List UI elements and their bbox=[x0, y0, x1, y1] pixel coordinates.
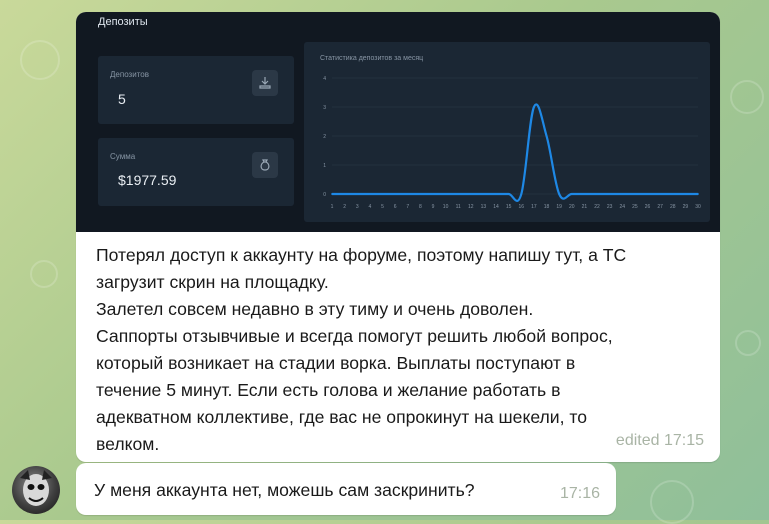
chart-x-tick-label: 29 bbox=[683, 204, 689, 210]
chart-x-tick-label: 7 bbox=[406, 204, 409, 210]
chart-data-point bbox=[368, 193, 371, 195]
chart-data-point bbox=[697, 193, 699, 195]
chart-x-tick-label: 2 bbox=[343, 204, 346, 210]
chart-data-point bbox=[545, 135, 548, 137]
chart-y-tick-label: 1 bbox=[323, 163, 326, 169]
chart-data-point bbox=[419, 193, 422, 195]
chart-x-tick-label: 28 bbox=[670, 204, 676, 210]
chart-x-tick-label: 13 bbox=[481, 204, 487, 210]
chart-data-point bbox=[482, 193, 485, 195]
chart-x-tick-label: 25 bbox=[632, 204, 638, 210]
chart-data-point bbox=[671, 193, 674, 195]
chart-data-point bbox=[583, 193, 586, 195]
chart-x-tick-label: 15 bbox=[506, 204, 512, 210]
chart-y-tick-label: 2 bbox=[323, 134, 326, 140]
deposits-sum-value: $1977.59 bbox=[118, 172, 177, 188]
deposits-line-chart: 012341 2 3 4 5 6 7 8 9 10 11 12 13 14 15 16 17 18 19 20 21 22… bbox=[323, 76, 701, 210]
chart-data-point bbox=[356, 193, 359, 195]
chart-x-tick-label: 8 bbox=[419, 204, 422, 210]
chart-x-tick-label: 5 bbox=[381, 204, 384, 210]
chart-data-point bbox=[684, 193, 687, 195]
chart-data-point bbox=[533, 106, 535, 108]
chart-data-point bbox=[469, 193, 472, 195]
chart-x-tick-label: 26 bbox=[645, 204, 651, 210]
chart-data-point bbox=[381, 193, 384, 195]
chart-x-tick-label: 6 bbox=[394, 204, 397, 210]
chart-x-tick-label: 9 bbox=[432, 204, 435, 210]
deposits-sum-label: Сумма bbox=[110, 152, 136, 161]
chart-x-tick-label: 11 bbox=[456, 204, 461, 210]
chart-data-point bbox=[621, 193, 624, 195]
chart-data-point bbox=[570, 193, 573, 195]
deposits-sum-card: Сумма $1977.59 bbox=[98, 138, 294, 206]
message-text: Потерял доступ к аккаунту на форуме, поэ… bbox=[96, 245, 627, 454]
chart-x-tick-label: 14 bbox=[493, 204, 499, 210]
chart-y-tick-label: 4 bbox=[323, 76, 326, 82]
chart-series-line bbox=[331, 103, 698, 202]
deposits-chart-panel: Статистика депозитов за месяц 0123412345… bbox=[304, 42, 710, 222]
chart-data-point bbox=[331, 193, 333, 195]
chart-data-point bbox=[596, 193, 598, 195]
reply-text: У меня аккаунта нет, можешь сам заскрини… bbox=[94, 480, 475, 500]
screenshot-title: Депозиты bbox=[98, 16, 148, 28]
chart-x-tick-label: 27 bbox=[657, 204, 663, 210]
chart-x-tick-label: 4 bbox=[368, 204, 371, 210]
chart-data-point bbox=[520, 193, 523, 195]
deposit-icon bbox=[252, 70, 278, 96]
chart-x-tick-label: 17 bbox=[531, 204, 537, 210]
deposits-count-card: Депозитов 5 bbox=[98, 56, 294, 124]
chart-x-tick-label: 19 bbox=[556, 204, 562, 210]
deposits-screenshot[interactable]: Депозиты Депозитов 5 Сумма $1977.59 Стат… bbox=[76, 12, 720, 232]
chart-data-point bbox=[558, 193, 561, 195]
chart-data-point bbox=[394, 193, 397, 195]
chart-x-tick-label: 18 bbox=[544, 204, 550, 210]
avatar[interactable] bbox=[12, 466, 60, 514]
chart-data-point bbox=[633, 193, 636, 195]
chart-x-tick-label: 1 bbox=[331, 204, 334, 210]
chart-x-tick-label: 21 bbox=[582, 204, 588, 210]
reply-time: 17:16 bbox=[559, 485, 600, 502]
message-time: edited 17:15 bbox=[615, 432, 704, 449]
chart-data-point bbox=[444, 193, 447, 195]
deposits-count-label: Депозитов bbox=[110, 70, 149, 79]
chart-y-tick-label: 3 bbox=[323, 105, 326, 111]
chart-x-tick-label: 16 bbox=[519, 204, 525, 210]
chart-x-tick-label: 30 bbox=[695, 204, 701, 210]
chart-y-tick-label: 0 bbox=[323, 192, 326, 198]
deposits-count-value: 5 bbox=[118, 91, 126, 107]
chart-x-tick-label: 20 bbox=[569, 204, 575, 210]
chart-data-point bbox=[343, 193, 346, 195]
reply-bubble[interactable]: У меня аккаунта нет, можешь сам заскрини… bbox=[76, 463, 616, 515]
chart-data-point bbox=[507, 193, 510, 195]
chart-data-point bbox=[406, 193, 409, 195]
chart-data-point bbox=[495, 193, 497, 195]
chart-x-tick-label: 22 bbox=[594, 204, 600, 210]
chart-data-point bbox=[646, 193, 649, 195]
chart-data-point bbox=[659, 193, 662, 195]
chart-x-tick-label: 24 bbox=[619, 204, 625, 210]
chart-x-tick-label: 3 bbox=[356, 204, 359, 210]
chart-data-point bbox=[608, 193, 611, 195]
chart-data-point bbox=[457, 193, 460, 195]
message-bubble[interactable]: Депозиты Депозитов 5 Сумма $1977.59 Стат… bbox=[76, 12, 720, 462]
money-bag-icon bbox=[252, 152, 278, 178]
chart-x-tick-label: 10 bbox=[443, 204, 449, 210]
chart-x-tick-label: 12 bbox=[468, 204, 474, 210]
chart-x-tick-label: 23 bbox=[607, 204, 613, 210]
chart-data-point bbox=[432, 193, 434, 195]
